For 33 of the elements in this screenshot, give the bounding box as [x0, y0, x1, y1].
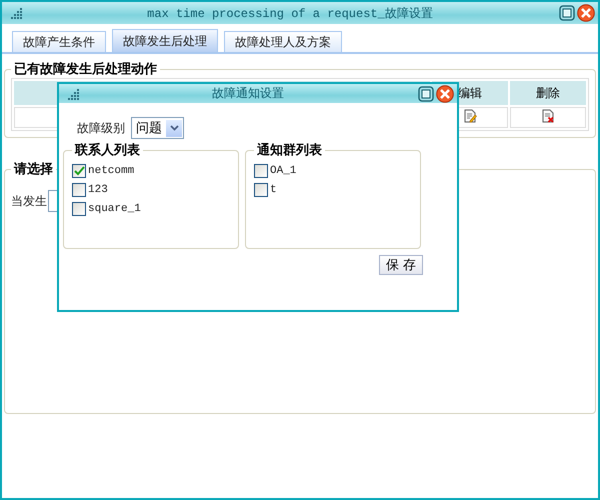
tab[interactable]: 故障产生条件 [12, 31, 106, 52]
checkbox-item[interactable]: 123 [72, 180, 230, 199]
list-title: 联系人列表 [74, 142, 141, 159]
checkbox[interactable] [72, 202, 86, 216]
chevron-down-icon [170, 125, 178, 131]
save-button[interactable]: 保 存 [378, 255, 423, 275]
close-button[interactable] [436, 84, 454, 102]
delete-document-icon[interactable] [541, 109, 555, 123]
window-title: max time processing of a request_故障设置 [147, 6, 433, 22]
field-label: 当发生 [11, 192, 47, 210]
grip-icon [65, 88, 79, 100]
checkbox-item[interactable]: t [254, 180, 412, 199]
close-button[interactable] [576, 4, 595, 22]
checkbox[interactable] [72, 182, 86, 196]
field-label: 故障级别 [77, 120, 125, 136]
section-title: 请选择 [12, 161, 54, 178]
column-header: 删除 [510, 81, 586, 105]
checkbox[interactable] [72, 164, 86, 178]
section-title: 已有故障发生后处理动作 [13, 60, 158, 78]
checkbox[interactable] [254, 164, 268, 178]
tab[interactable]: 故障处理人及方案 [224, 31, 342, 52]
maximize-button[interactable] [558, 5, 575, 21]
level-select[interactable]: 问题 [131, 117, 184, 139]
tab[interactable]: 故障发生后处理 [112, 29, 218, 52]
list-title: 通知群列表 [256, 142, 323, 159]
edit-document-icon[interactable] [463, 109, 477, 123]
checkbox[interactable] [254, 182, 268, 196]
checkbox-item[interactable]: OA_1 [254, 161, 412, 180]
checkbox-item[interactable]: square_1 [72, 199, 230, 218]
maximize-button[interactable] [418, 86, 434, 102]
dialog-title: 故障通知设置 [212, 85, 284, 102]
checkbox-item[interactable]: netcomm [72, 161, 230, 180]
grip-icon [8, 7, 22, 19]
